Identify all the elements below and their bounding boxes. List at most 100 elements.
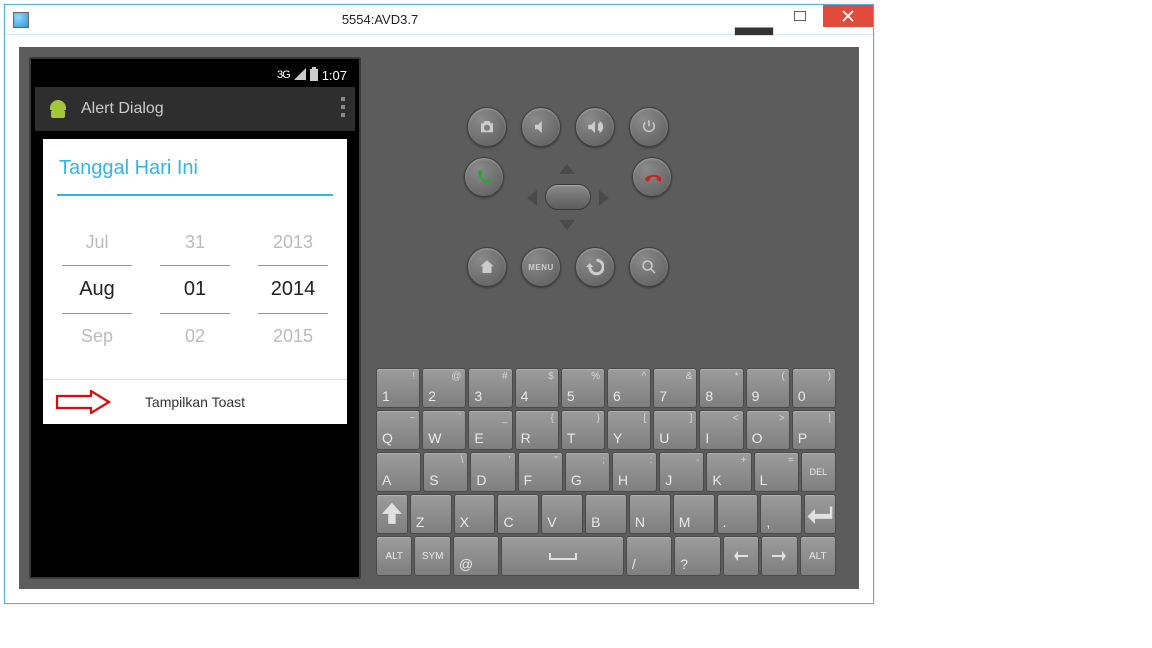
key-enter[interactable] bbox=[804, 494, 836, 534]
key-y[interactable]: [Y bbox=[607, 410, 651, 450]
key-a[interactable]: A bbox=[376, 452, 421, 492]
key-c[interactable]: C bbox=[497, 494, 539, 534]
key-9[interactable]: (9 bbox=[746, 368, 790, 408]
hardware-buttons: MENU bbox=[433, 107, 703, 297]
arrow-annotation-icon bbox=[55, 390, 111, 414]
window-title: 5554:AVD3.7 bbox=[29, 12, 731, 27]
key-.[interactable]: . bbox=[717, 494, 759, 534]
key-n[interactable]: N bbox=[629, 494, 671, 534]
camera-button[interactable] bbox=[467, 107, 507, 147]
status-bar: 3G 1:07 bbox=[35, 63, 355, 87]
key-p[interactable]: |P bbox=[792, 410, 836, 450]
key-j[interactable]: -J bbox=[659, 452, 704, 492]
key-right-arrow[interactable] bbox=[761, 536, 797, 576]
key-i[interactable]: <I bbox=[699, 410, 743, 450]
key-f[interactable]: "F bbox=[518, 452, 563, 492]
device-frame: 3G 1:07 Alert Dialog Tanggal bbox=[29, 57, 361, 579]
power-button[interactable] bbox=[629, 107, 669, 147]
clock: 1:07 bbox=[322, 68, 347, 83]
emulator-controls: MENU !1@2#3$4%5^6&7*8(9)0 ~Q`W_E{R}T[Y]U… bbox=[373, 57, 849, 579]
key-1[interactable]: !1 bbox=[376, 368, 420, 408]
key-alt[interactable]: ALT bbox=[376, 536, 412, 576]
year-prev[interactable]: 2013 bbox=[258, 220, 328, 265]
key-alt[interactable]: ALT bbox=[800, 536, 836, 576]
call-button[interactable] bbox=[464, 157, 504, 197]
app-title: Alert Dialog bbox=[81, 100, 164, 118]
key-8[interactable]: *8 bbox=[699, 368, 743, 408]
network-indicator: 3G bbox=[277, 69, 290, 81]
key-/[interactable]: / bbox=[626, 536, 672, 576]
dpad-down[interactable] bbox=[559, 220, 575, 230]
key-h[interactable]: :H bbox=[612, 452, 657, 492]
key-l[interactable]: =L bbox=[754, 452, 799, 492]
key-4[interactable]: $4 bbox=[515, 368, 559, 408]
window-controls bbox=[731, 5, 873, 34]
dpad-center-button[interactable] bbox=[545, 184, 591, 210]
month-next[interactable]: Sep bbox=[62, 314, 132, 359]
key-z[interactable]: Z bbox=[410, 494, 452, 534]
key-b[interactable]: B bbox=[585, 494, 627, 534]
menu-button[interactable]: MENU bbox=[521, 247, 561, 287]
emulator-window: 5554:AVD3.7 3G bbox=[4, 4, 874, 604]
key-o[interactable]: >O bbox=[746, 410, 790, 450]
day-prev[interactable]: 31 bbox=[160, 220, 230, 265]
close-button[interactable] bbox=[823, 5, 873, 27]
key-5[interactable]: %5 bbox=[561, 368, 605, 408]
key-u[interactable]: ]U bbox=[653, 410, 697, 450]
minimize-button[interactable] bbox=[731, 5, 777, 27]
window-body: 3G 1:07 Alert Dialog Tanggal bbox=[19, 47, 859, 589]
day-current[interactable]: 01 bbox=[160, 265, 230, 314]
key-m[interactable]: M bbox=[673, 494, 715, 534]
key-0[interactable]: )0 bbox=[792, 368, 836, 408]
volume-down-button[interactable] bbox=[521, 107, 561, 147]
overflow-menu-icon[interactable] bbox=[341, 97, 345, 117]
key-space[interactable] bbox=[501, 536, 624, 576]
key-k[interactable]: +K bbox=[706, 452, 751, 492]
volume-up-button[interactable] bbox=[575, 107, 615, 147]
year-next[interactable]: 2015 bbox=[258, 314, 328, 359]
key-7[interactable]: &7 bbox=[653, 368, 697, 408]
key-sym[interactable]: SYM bbox=[414, 536, 450, 576]
signal-icon bbox=[294, 68, 306, 83]
key-del[interactable]: DEL bbox=[801, 452, 836, 492]
key-6[interactable]: ^6 bbox=[607, 368, 651, 408]
alert-dialog: Tanggal Hari Ini Jul Aug Sep 31 01 bbox=[43, 139, 347, 424]
maximize-button[interactable] bbox=[777, 5, 823, 27]
end-call-button[interactable] bbox=[632, 157, 672, 197]
key-,[interactable]: , bbox=[760, 494, 802, 534]
month-current[interactable]: Aug bbox=[62, 265, 132, 314]
day-column[interactable]: 31 01 02 bbox=[160, 220, 230, 359]
year-current[interactable]: 2014 bbox=[258, 265, 328, 314]
key-q[interactable]: ~Q bbox=[376, 410, 420, 450]
key-3[interactable]: #3 bbox=[468, 368, 512, 408]
year-column[interactable]: 2013 2014 2015 bbox=[258, 220, 328, 359]
key-d[interactable]: 'D bbox=[470, 452, 515, 492]
back-button[interactable] bbox=[575, 247, 615, 287]
titlebar: 5554:AVD3.7 bbox=[5, 5, 873, 35]
key-@[interactable]: @ bbox=[453, 536, 499, 576]
key-e[interactable]: _E bbox=[468, 410, 512, 450]
key-r[interactable]: {R bbox=[515, 410, 559, 450]
dpad-up[interactable] bbox=[559, 164, 575, 174]
key-g[interactable]: ;G bbox=[565, 452, 610, 492]
key-w[interactable]: `W bbox=[422, 410, 466, 450]
month-prev[interactable]: Jul bbox=[62, 220, 132, 265]
key-v[interactable]: V bbox=[541, 494, 583, 534]
dpad-left[interactable] bbox=[527, 190, 537, 206]
month-column[interactable]: Jul Aug Sep bbox=[62, 220, 132, 359]
home-button[interactable] bbox=[467, 247, 507, 287]
dialog-action-button[interactable]: Tampilkan Toast bbox=[43, 380, 347, 424]
key-x[interactable]: X bbox=[454, 494, 496, 534]
key-s[interactable]: \S bbox=[423, 452, 468, 492]
search-button[interactable] bbox=[629, 247, 669, 287]
day-next[interactable]: 02 bbox=[160, 314, 230, 359]
dialog-action-label: Tampilkan Toast bbox=[145, 394, 245, 410]
key-shift[interactable] bbox=[376, 494, 408, 534]
key-t[interactable]: }T bbox=[561, 410, 605, 450]
date-picker: Jul Aug Sep 31 01 02 2013 20 bbox=[43, 196, 347, 379]
key-2[interactable]: @2 bbox=[422, 368, 466, 408]
dialog-title: Tanggal Hari Ini bbox=[43, 139, 347, 194]
key-?[interactable]: ? bbox=[674, 536, 720, 576]
key-left-arrow[interactable] bbox=[723, 536, 759, 576]
dpad-right[interactable] bbox=[599, 190, 609, 206]
